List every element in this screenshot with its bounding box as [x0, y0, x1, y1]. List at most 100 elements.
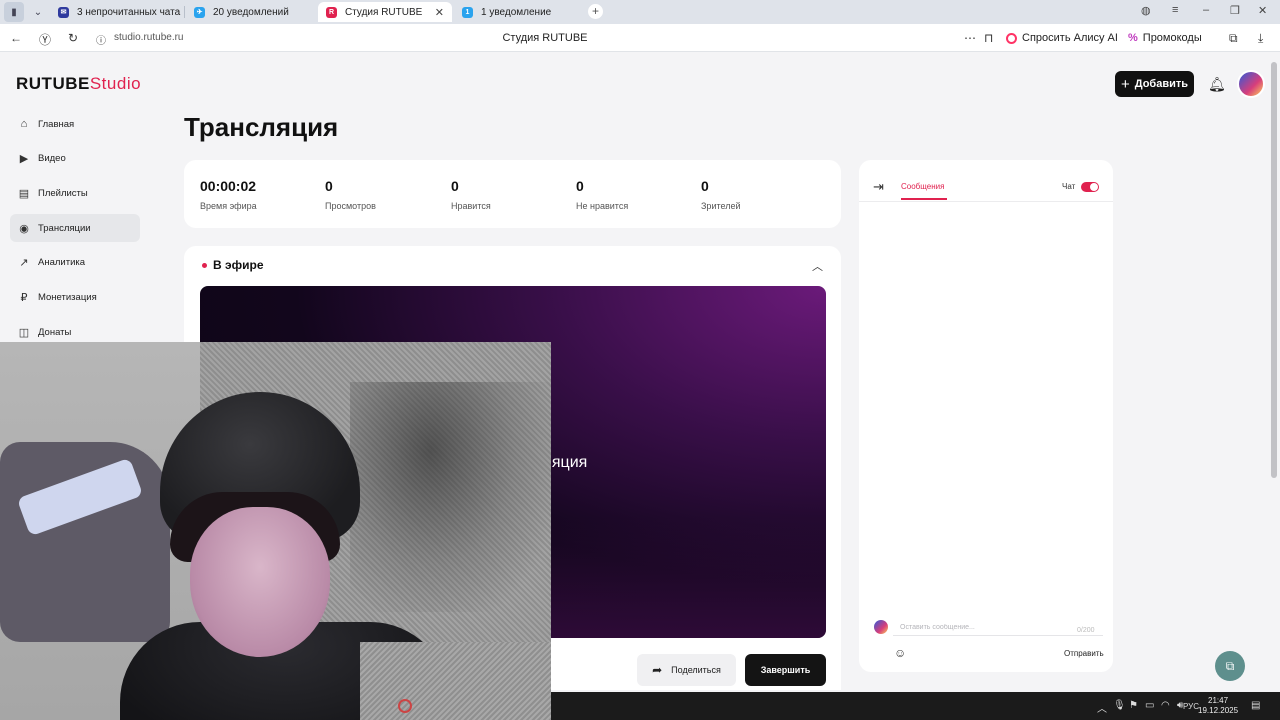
- rutube-studio-logo[interactable]: RUTUBEStudio: [16, 74, 141, 94]
- tab-messages[interactable]: Сообщения: [901, 182, 944, 191]
- sidebar-item-broadcast[interactable]: ◉ Трансляции: [10, 214, 140, 243]
- stat-item: 0 Зрителей: [701, 178, 740, 211]
- page-title-in-bar: Студия RUTUBE: [502, 32, 588, 44]
- chat-app-icon: ✉: [58, 6, 69, 18]
- tab-notifications[interactable]: ✈ 20 уведомлений: [186, 2, 314, 22]
- browser-menu-icon[interactable]: ▮: [4, 2, 24, 22]
- sidebar-item-analytics[interactable]: ↗ Аналитика: [10, 249, 140, 277]
- collections-icon[interactable]: ⧉: [1229, 31, 1238, 46]
- avatar[interactable]: [1237, 70, 1265, 98]
- taskbar: ︿ 🎙︎ ⚑ ▭ ◠ 🔊︎ РУС ▤: [551, 692, 1280, 720]
- more-icon[interactable]: ⋯: [964, 31, 976, 45]
- chat-message-input[interactable]: [893, 620, 1103, 636]
- sidebar-item-label: Трансляции: [38, 222, 91, 234]
- stat-item: 0 Просмотров: [325, 178, 376, 211]
- minimize-icon[interactable]: –: [1203, 4, 1209, 16]
- playlist-icon: ▤: [18, 187, 30, 200]
- broadcast-icon: ◉: [19, 222, 29, 235]
- video-icon: ▶: [19, 153, 29, 166]
- monetization-icon: ₽: [20, 291, 28, 304]
- download-icon[interactable]: ⤓: [1258, 31, 1263, 46]
- sidebar-item-label: Видео: [38, 153, 66, 165]
- stat-label: Нравится: [451, 201, 491, 211]
- sidebar-item-label: Донаты: [38, 326, 72, 338]
- new-tab-button[interactable]: +: [588, 4, 603, 19]
- page-scrollbar[interactable]: [1271, 62, 1277, 478]
- plus-icon: +: [1120, 75, 1130, 93]
- microphone-icon[interactable]: 🎙︎: [1113, 700, 1126, 711]
- chat-panel: ⇥ Сообщения Чат 0/200 ☺ Отправить: [859, 160, 1113, 672]
- char-counter: 0/200: [1077, 627, 1095, 634]
- page-title: Трансляция: [184, 112, 339, 142]
- live-status: В эфире: [202, 258, 264, 272]
- stat-item: 0 Нравится: [451, 178, 491, 211]
- cam-record-icon: [398, 699, 412, 713]
- wifi-icon[interactable]: ◠: [1161, 700, 1170, 711]
- chat-avatar: [874, 620, 888, 634]
- donate-icon: ◫: [18, 326, 30, 339]
- stat-label: Не нравится: [576, 201, 629, 211]
- address-bar: ← Ⓨ ↻ ⓘ studio.rutube.ru Студия RUTUBE ⋯…: [0, 24, 1280, 52]
- taskbar-clock[interactable]: 21:47 19.12.2025: [1198, 696, 1238, 716]
- sidebar-item-playlist[interactable]: ▤ Плейлисты: [10, 179, 140, 207]
- network-icon[interactable]: ▭: [1145, 700, 1154, 711]
- end-stream-button[interactable]: Завершить: [745, 654, 826, 686]
- sidebar-item-label: Аналитика: [38, 257, 86, 269]
- stat-value: 00:00:02: [200, 178, 257, 194]
- collapse-chat-icon[interactable]: ⇥: [873, 179, 884, 195]
- sidebar-item-video[interactable]: ▶ Видео: [10, 145, 140, 173]
- sidebar-item-label: Главная: [38, 118, 75, 130]
- language-indicator[interactable]: РУС: [1183, 702, 1199, 711]
- profile-icon[interactable]: ◍: [1141, 4, 1151, 17]
- rutube-favicon: R: [326, 6, 337, 18]
- sidebar-item-label: Монетизация: [38, 291, 97, 303]
- send-button[interactable]: Отправить: [1064, 649, 1104, 658]
- live-dot-icon: [202, 262, 207, 268]
- webcam-overlay: [0, 342, 551, 720]
- tab-rutube-studio[interactable]: R Студия RUTUBE ✕: [318, 2, 452, 22]
- tab-chats[interactable]: ✉ 3 непрочитанных чата: [50, 2, 182, 22]
- notifications-icon[interactable]: ▤: [1251, 700, 1260, 711]
- bell-icon[interactable]: 🔔︎: [1208, 76, 1226, 93]
- tab-one-notification[interactable]: 1 1 уведомление: [454, 2, 582, 22]
- restore-icon[interactable]: ❐: [1230, 4, 1240, 17]
- stat-label: Зрителей: [701, 201, 741, 211]
- tab-label: 20 уведомлений: [213, 6, 289, 18]
- analytics-icon: ↗: [19, 257, 29, 270]
- stat-item: 0 Не нравится: [576, 178, 628, 211]
- promo-button[interactable]: % Промокоды: [1128, 29, 1202, 47]
- stat-label: Просмотров: [325, 201, 376, 211]
- tab-label: 1 уведомление: [481, 6, 552, 18]
- chat-toggle[interactable]: [1081, 182, 1099, 192]
- stat-item: 00:00:02 Время эфира: [200, 178, 257, 211]
- share-icon: ➦: [652, 663, 663, 677]
- percent-icon: %: [1128, 32, 1138, 44]
- add-button[interactable]: + Добавить: [1115, 71, 1194, 97]
- stat-label: Время эфира: [200, 201, 257, 211]
- sidebar-item-home[interactable]: ⌂ Главная: [10, 110, 140, 138]
- sidebar-item-monetization[interactable]: ₽ Монетизация: [10, 283, 140, 311]
- home-icon: ⌂: [20, 118, 28, 130]
- tray-expand-icon[interactable]: ︿: [1097, 700, 1107, 715]
- emoji-icon[interactable]: ☺: [894, 646, 906, 660]
- tabs-dropdown-icon[interactable]: ⌄: [28, 2, 48, 22]
- share-button[interactable]: ➦ Поделиться: [637, 654, 736, 686]
- chat-toggle-label: Чат: [1062, 182, 1076, 191]
- stat-value: 0: [701, 178, 709, 194]
- menu-icon[interactable]: ≡: [1172, 4, 1178, 16]
- tab-label: 3 непрочитанных чата: [77, 6, 181, 18]
- tab-label: Студия RUTUBE: [345, 6, 423, 18]
- close-tab-icon[interactable]: ✕: [435, 6, 444, 19]
- bookmark-icon[interactable]: ⊓: [984, 31, 993, 45]
- telegram-icon: ✈: [194, 6, 205, 18]
- chevron-up-icon[interactable]: ︿: [812, 258, 823, 274]
- sidebar-item-label: Плейлисты: [38, 187, 88, 199]
- tray-app-icon[interactable]: ⚑: [1129, 700, 1138, 711]
- ask-alice-button[interactable]: Спросить Алису AI: [1006, 29, 1118, 47]
- stat-value: 0: [325, 178, 333, 194]
- stat-value: 0: [576, 178, 584, 194]
- support-chat-icon[interactable]: ⧉: [1215, 651, 1245, 681]
- alice-icon: [1006, 32, 1017, 44]
- stat-value: 0: [451, 178, 459, 194]
- close-window-icon[interactable]: ✕: [1258, 4, 1267, 17]
